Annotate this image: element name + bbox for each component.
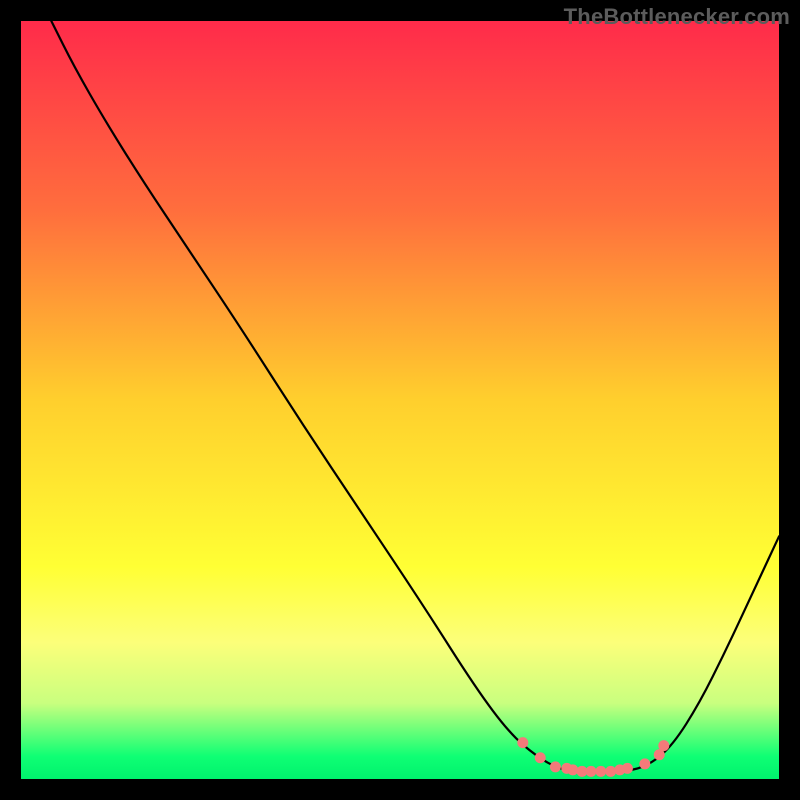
marker-dot bbox=[586, 766, 597, 777]
gradient-background bbox=[21, 21, 779, 779]
marker-dot bbox=[658, 740, 669, 751]
marker-dot bbox=[595, 766, 606, 777]
watermark-text: TheBottlenecker.com bbox=[564, 4, 790, 30]
marker-dot bbox=[535, 752, 546, 763]
marker-dot bbox=[517, 737, 528, 748]
marker-dot bbox=[622, 763, 633, 774]
marker-dot bbox=[639, 758, 650, 769]
chart-frame: TheBottlenecker.com bbox=[0, 0, 800, 800]
bottleneck-chart bbox=[21, 21, 779, 779]
plot-area bbox=[21, 21, 779, 779]
marker-dot bbox=[550, 761, 561, 772]
